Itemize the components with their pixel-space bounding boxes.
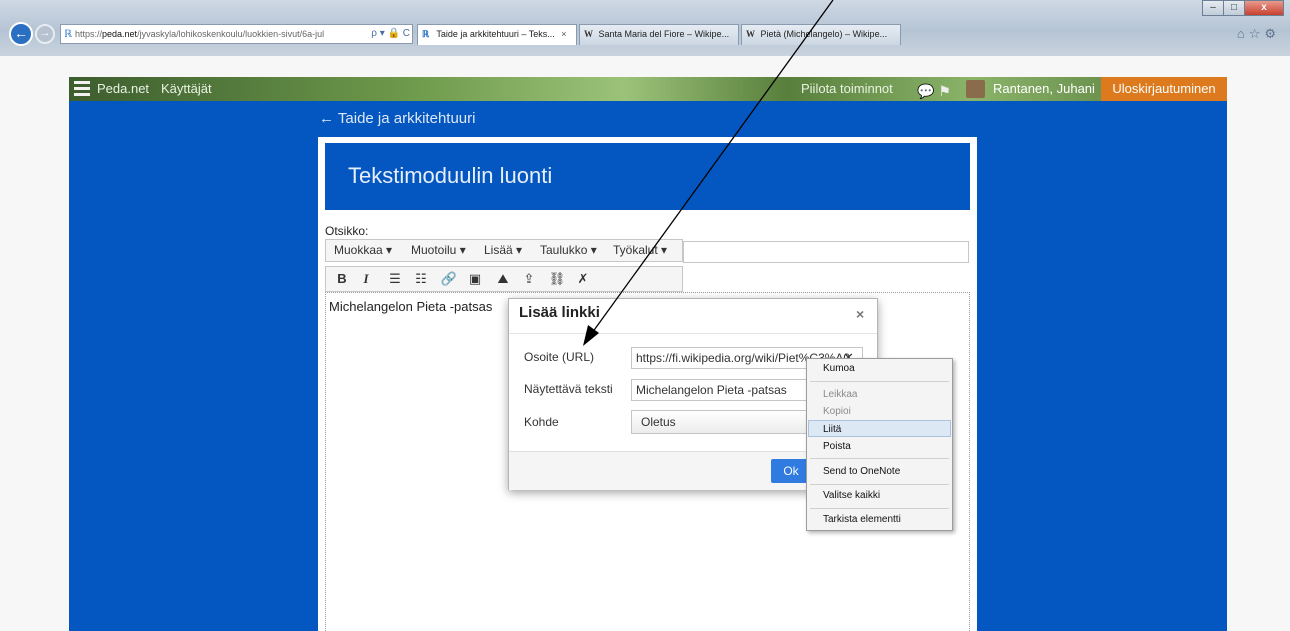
numbered-list-icon[interactable]: ☷ xyxy=(410,270,432,288)
tab-taide[interactable]: ℝ Taide ja arkkitehtuuri – Teks... × xyxy=(417,24,577,45)
menu-insert[interactable]: Lisää ▾ xyxy=(484,240,522,261)
tab-label: Taide ja arkkitehtuuri – Teks... xyxy=(436,29,555,39)
url-label: Osoite (URL) xyxy=(524,350,595,364)
avatar[interactable] xyxy=(966,80,985,98)
tab-close-icon[interactable]: × xyxy=(561,29,566,39)
tab-pieta[interactable]: W Pietà (Michelangelo) – Wikipe... xyxy=(741,24,901,45)
menu-tools[interactable]: Työkalut ▾ xyxy=(613,240,667,261)
users-link[interactable]: Käyttäjät xyxy=(161,77,212,101)
peda-tab-icon: ℝ xyxy=(422,29,430,39)
wikipedia-tab-icon: W xyxy=(746,29,755,39)
context-paste[interactable]: Liitä xyxy=(823,424,841,435)
gear-icon[interactable]: ⚙ xyxy=(1264,26,1280,41)
target-label: Kohde xyxy=(524,415,559,429)
context-select-all[interactable]: Valitse kaikki xyxy=(823,490,880,501)
chat-icon[interactable]: 💬 xyxy=(917,83,934,99)
home-icon[interactable]: ⌂ xyxy=(1237,26,1249,41)
upload-icon[interactable]: ⇪ xyxy=(518,270,540,288)
breadcrumb[interactable]: ← Taide ja arkkitehtuuri xyxy=(319,110,475,127)
editor-menubar: Muokkaa ▾ Muotoilu ▾ Lisää ▾ Taulukko ▾ … xyxy=(325,239,683,262)
editor-toolbar: B I ☰ ☷ 🔗 ▣ ⛰ ⇪ ⛓ ✗ xyxy=(325,266,683,292)
address-host: peda.net xyxy=(102,29,138,39)
back-button[interactable]: ← xyxy=(9,22,33,46)
italic-button[interactable]: I xyxy=(355,270,377,288)
context-inspect-element[interactable]: Tarkista elementti xyxy=(823,514,901,525)
maximize-button[interactable]: □ xyxy=(1223,0,1245,16)
browser-icons: ⌂☆⚙ xyxy=(1237,26,1280,42)
editor-content-text: Michelangelon Pieta -patsas xyxy=(329,299,493,314)
menu-edit[interactable]: Muokkaa ▾ xyxy=(334,240,392,261)
star-icon[interactable]: ☆ xyxy=(1249,26,1265,41)
dialog-close-icon[interactable]: × xyxy=(856,306,864,322)
link-icon[interactable]: 🔗 xyxy=(438,270,460,288)
minimize-button[interactable]: – xyxy=(1202,0,1224,16)
title-field-label: Otsikko: xyxy=(325,224,369,238)
site-header: Peda.net Käyttäjät Piilota toiminnot 💬 ⚑… xyxy=(69,77,1227,101)
address-bar[interactable]: ℝhttps://peda.net/jyvaskyla/lohikoskenko… xyxy=(60,24,413,44)
context-separator xyxy=(810,381,949,382)
tab-label: Pietà (Michelangelo) – Wikipe... xyxy=(760,29,888,39)
flag-icon[interactable]: ⚑ xyxy=(938,83,951,99)
clear-format-icon[interactable]: ✗ xyxy=(572,270,594,288)
title-input[interactable] xyxy=(683,241,969,263)
ok-button[interactable]: Ok xyxy=(771,459,811,483)
forward-button[interactable]: → xyxy=(35,24,55,44)
tab-santa-maria[interactable]: W Santa Maria del Fiore – Wikipe... xyxy=(579,24,739,45)
hide-actions-link[interactable]: Piilota toiminnot xyxy=(801,77,893,101)
context-separator xyxy=(810,458,949,459)
site-brand-link[interactable]: Peda.net xyxy=(97,77,149,101)
address-tools-icons[interactable]: ρ ▾ 🔒 C xyxy=(368,25,410,43)
tab-label: Santa Maria del Fiore – Wikipe... xyxy=(598,29,730,39)
browser-toolbar: ← → ℝhttps://peda.net/jyvaskyla/lohikosk… xyxy=(0,0,1290,56)
menu-format[interactable]: Muotoilu ▾ xyxy=(411,240,466,261)
address-path: /jyvaskyla/lohikoskenkoulu/luokkien-sivu… xyxy=(137,29,325,39)
dialog-title: Lisää linkki xyxy=(519,304,600,321)
context-separator xyxy=(810,508,949,509)
user-name-link[interactable]: Rantanen, Juhani xyxy=(993,77,1095,101)
window-controls: – □ x xyxy=(1202,0,1284,18)
wikipedia-tab-icon: W xyxy=(584,29,593,39)
image-icon[interactable]: ▣ xyxy=(464,270,486,288)
logout-button[interactable]: Uloskirjautuminen xyxy=(1101,77,1227,101)
site-favicon-icon: ℝ xyxy=(64,29,72,40)
header-icons: 💬 ⚑ xyxy=(917,79,951,103)
unlink-icon[interactable]: ⛓ xyxy=(546,270,568,288)
context-delete[interactable]: Poista xyxy=(823,441,851,452)
bold-button[interactable]: B xyxy=(331,270,353,288)
context-send-to-onenote[interactable]: Send to OneNote xyxy=(823,466,900,477)
window-close-button[interactable]: x xyxy=(1244,0,1284,16)
page-title: Tekstimoduulin luonti xyxy=(348,163,553,188)
display-text-label: Näytettävä teksti xyxy=(524,382,613,396)
context-undo[interactable]: Kumoa xyxy=(823,363,855,374)
context-separator xyxy=(810,484,949,485)
menu-table[interactable]: Taulukko ▾ xyxy=(540,240,597,261)
address-prefix: https:// xyxy=(75,29,103,39)
hamburger-menu-icon[interactable] xyxy=(74,81,90,97)
context-cut[interactable]: Leikkaa xyxy=(823,389,857,400)
context-copy[interactable]: Kopioi xyxy=(823,406,851,417)
dialog-divider xyxy=(509,333,877,334)
media-icon[interactable]: ⛰ xyxy=(492,270,514,288)
bullet-list-icon[interactable]: ☰ xyxy=(384,270,406,288)
